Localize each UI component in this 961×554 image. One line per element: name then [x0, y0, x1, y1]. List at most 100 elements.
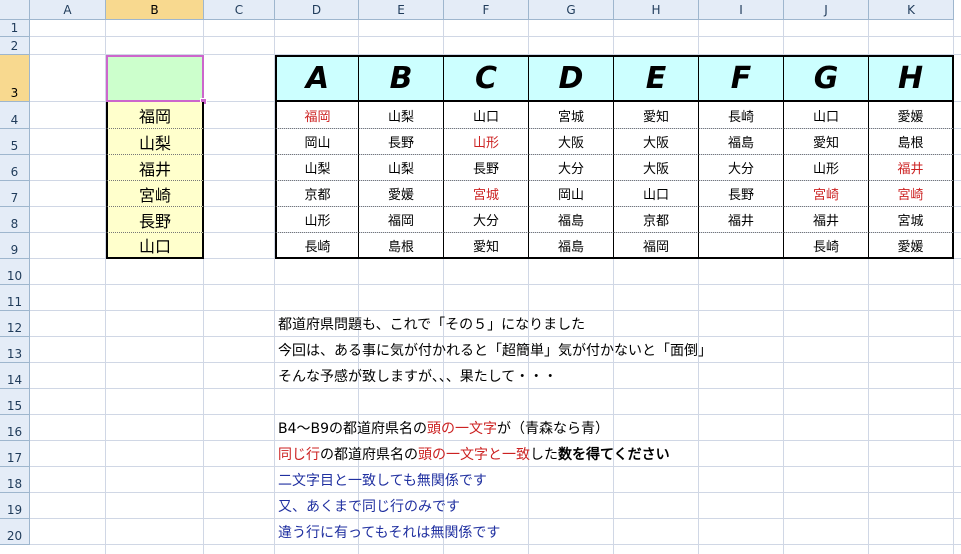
table-cell[interactable]: 福島 [529, 233, 614, 259]
table-cell[interactable]: 福岡 [275, 102, 359, 129]
row-header-13[interactable]: 13 [0, 337, 30, 363]
table-cell[interactable]: 宮城 [444, 181, 529, 207]
column-header-b[interactable]: B [106, 0, 204, 20]
row-header-17[interactable]: 17 [0, 441, 30, 467]
table-cell[interactable] [699, 233, 784, 259]
table-header-g[interactable]: G [784, 55, 869, 102]
table-cell[interactable]: 長野 [444, 155, 529, 181]
active-cell-b3[interactable] [106, 55, 204, 102]
table-cell[interactable]: 山梨 [359, 155, 444, 181]
gridline-horizontal [30, 492, 961, 493]
row-header-14[interactable]: 14 [0, 363, 30, 389]
table-cell[interactable]: 長崎 [699, 102, 784, 129]
table-cell[interactable]: 山口 [444, 102, 529, 129]
row-header-6[interactable]: 6 [0, 155, 30, 181]
b-cell-6[interactable]: 福井 [106, 155, 204, 181]
note-line-20: 違う行に有ってもそれは無関係です [278, 525, 501, 541]
table-cell[interactable]: 大阪 [614, 155, 699, 181]
row-header-8[interactable]: 8 [0, 207, 30, 233]
table-cell[interactable]: 山口 [614, 181, 699, 207]
table-cell[interactable]: 愛知 [784, 129, 869, 155]
b-cell-4[interactable]: 福岡 [106, 102, 204, 129]
column-header-a[interactable]: A [30, 0, 106, 20]
column-header-d[interactable]: D [275, 0, 359, 20]
table-cell[interactable]: 山口 [784, 102, 869, 129]
table-cell[interactable]: 岡山 [529, 181, 614, 207]
table-cell[interactable]: 山形 [275, 207, 359, 233]
table-cell[interactable]: 福井 [784, 207, 869, 233]
column-header-k[interactable]: K [869, 0, 954, 20]
table-cell[interactable]: 福岡 [359, 207, 444, 233]
table-header-f[interactable]: F [699, 55, 784, 102]
table-cell[interactable]: 大阪 [529, 129, 614, 155]
gridline-horizontal [30, 388, 961, 389]
table-cell[interactable]: 山形 [444, 129, 529, 155]
row-header-3[interactable]: 3 [0, 55, 30, 102]
table-cell[interactable]: 山形 [784, 155, 869, 181]
table-header-d[interactable]: D [529, 55, 614, 102]
table-header-h[interactable]: H [869, 55, 954, 102]
table-cell[interactable]: 長崎 [275, 233, 359, 259]
row-header-1[interactable]: 1 [0, 20, 30, 37]
row-header-20[interactable]: 20 [0, 519, 30, 545]
table-cell[interactable]: 愛知 [614, 102, 699, 129]
table-cell[interactable]: 愛媛 [869, 233, 954, 259]
table-cell[interactable]: 愛媛 [359, 181, 444, 207]
table-cell[interactable]: 京都 [275, 181, 359, 207]
b-cell-5[interactable]: 山梨 [106, 129, 204, 155]
column-header-g[interactable]: G [529, 0, 614, 20]
table-cell[interactable]: 宮城 [529, 102, 614, 129]
row-header-5[interactable]: 5 [0, 129, 30, 155]
row-header-10[interactable]: 10 [0, 259, 30, 285]
column-header-i[interactable]: I [699, 0, 784, 20]
table-cell[interactable]: 島根 [869, 129, 954, 155]
table-cell[interactable]: 大分 [699, 155, 784, 181]
table-cell[interactable]: 京都 [614, 207, 699, 233]
table-cell[interactable]: 宮城 [869, 207, 954, 233]
row-header-15[interactable]: 15 [0, 389, 30, 415]
row-header-18[interactable]: 18 [0, 467, 30, 493]
table-header-c[interactable]: C [444, 55, 529, 102]
table-cell[interactable]: 大分 [444, 207, 529, 233]
table-cell[interactable]: 島根 [359, 233, 444, 259]
table-cell[interactable]: 愛媛 [869, 102, 954, 129]
column-header-f[interactable]: F [444, 0, 529, 20]
table-cell[interactable]: 山梨 [359, 102, 444, 129]
gridline-horizontal [30, 518, 961, 519]
table-cell[interactable]: 福岡 [614, 233, 699, 259]
row-header-4[interactable]: 4 [0, 102, 30, 129]
b-cell-9[interactable]: 山口 [106, 233, 204, 259]
table-cell[interactable]: 岡山 [275, 129, 359, 155]
table-header-b[interactable]: B [359, 55, 444, 102]
row-header-12[interactable]: 12 [0, 311, 30, 337]
b-cell-7[interactable]: 宮崎 [106, 181, 204, 207]
table-cell[interactable]: 愛知 [444, 233, 529, 259]
table-header-a[interactable]: A [275, 55, 359, 102]
table-cell[interactable]: 長崎 [784, 233, 869, 259]
note-17-e: 数を得てください [558, 447, 670, 463]
table-cell[interactable]: 長野 [699, 181, 784, 207]
column-header-j[interactable]: J [784, 0, 869, 20]
table-cell[interactable]: 福島 [699, 129, 784, 155]
table-cell[interactable]: 大阪 [614, 129, 699, 155]
row-header-2[interactable]: 2 [0, 37, 30, 55]
column-header-c[interactable]: C [204, 0, 275, 20]
row-header-19[interactable]: 19 [0, 493, 30, 519]
table-cell[interactable]: 福井 [699, 207, 784, 233]
b-cell-8[interactable]: 長野 [106, 207, 204, 233]
table-cell[interactable]: 長野 [359, 129, 444, 155]
column-header-e[interactable]: E [359, 0, 444, 20]
table-cell[interactable]: 宮崎 [784, 181, 869, 207]
select-all-corner[interactable] [0, 0, 30, 20]
row-header-16[interactable]: 16 [0, 415, 30, 441]
row-header-11[interactable]: 11 [0, 285, 30, 311]
table-cell[interactable]: 山梨 [275, 155, 359, 181]
table-cell[interactable]: 大分 [529, 155, 614, 181]
row-header-7[interactable]: 7 [0, 181, 30, 207]
row-header-9[interactable]: 9 [0, 233, 30, 259]
table-cell[interactable]: 福井 [869, 155, 954, 181]
table-header-e[interactable]: E [614, 55, 699, 102]
column-header-h[interactable]: H [614, 0, 699, 20]
table-cell[interactable]: 宮崎 [869, 181, 954, 207]
table-cell[interactable]: 福島 [529, 207, 614, 233]
